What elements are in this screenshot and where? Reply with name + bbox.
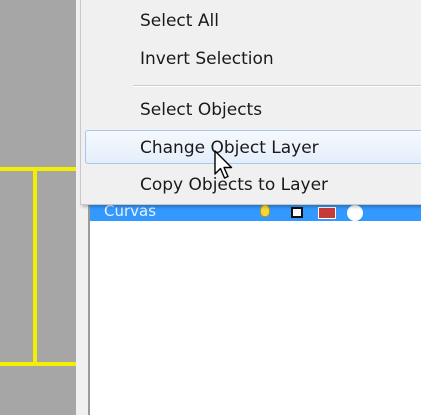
- yellow-curve-top[interactable]: [0, 167, 76, 171]
- yellow-curve-vertical[interactable]: [33, 167, 37, 366]
- material-circle-icon[interactable]: [347, 205, 363, 221]
- menu-item-label: Select Objects: [140, 100, 263, 120]
- layer-list-panel[interactable]: Curvas: [90, 195, 421, 415]
- menu-separator: [133, 85, 421, 87]
- menu-item-label: Invert Selection: [140, 49, 274, 69]
- menu-item-select-all[interactable]: Select All: [85, 5, 421, 35]
- layer-color-swatch[interactable]: [318, 207, 336, 219]
- menu-item-invert-selection[interactable]: Invert Selection: [85, 43, 421, 73]
- menu-item-copy-objects-to-layer[interactable]: Copy Objects to Layer: [85, 169, 421, 199]
- menu-item-label: Select All: [140, 11, 219, 31]
- unlocked-square-icon[interactable]: [291, 207, 303, 218]
- yellow-curve-bottom[interactable]: [0, 362, 76, 366]
- mouse-cursor-icon: [214, 150, 233, 179]
- menu-item-change-object-layer[interactable]: Change Object Layer: [85, 130, 421, 164]
- lightbulb-icon[interactable]: [260, 204, 270, 217]
- menu-item-label: Copy Objects to Layer: [140, 175, 329, 195]
- context-menu: Select All Invert Selection Select Objec…: [80, 0, 421, 205]
- viewport[interactable]: [0, 0, 76, 415]
- menu-item-select-objects[interactable]: Select Objects: [85, 94, 421, 124]
